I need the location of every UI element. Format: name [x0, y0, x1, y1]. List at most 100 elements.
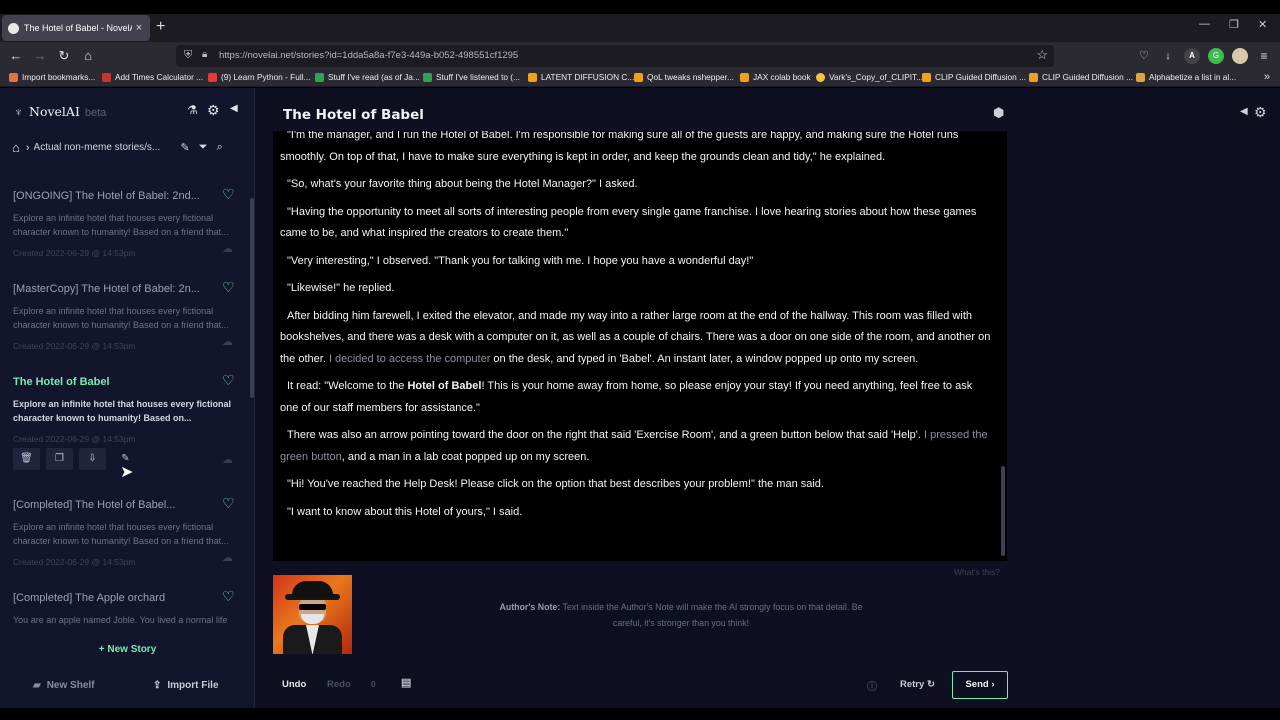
story-text-span: "So, what's your favorite thing about be…	[287, 178, 638, 190]
colab-icon	[634, 72, 643, 82]
retry-label: Retry	[900, 679, 925, 690]
extension-avatar-icon[interactable]	[1232, 48, 1248, 64]
story-paragraph[interactable]: "Having the opportunity to meet all sort…	[280, 202, 992, 245]
bookmark-item[interactable]: LATENT DIFFUSION C...	[528, 72, 634, 82]
minimize-icon[interactable]: —	[1199, 18, 1210, 30]
import-file-button[interactable]: ⇪ Import File	[153, 680, 219, 691]
story-paragraph[interactable]: "I want to know about this Hotel of your…	[280, 502, 992, 524]
filter-icon[interactable]: ⏷	[199, 141, 208, 154]
bookmark-item[interactable]: (9) Learn Python - Full...	[208, 72, 310, 82]
story-editor[interactable]: "I'm the manager, and I run the Hotel of…	[273, 131, 1007, 561]
new-shelf-button[interactable]: ▰ New Shelf	[33, 680, 95, 691]
story-description: Explore an infinite hotel that houses ev…	[13, 399, 232, 423]
cube-icon[interactable]: ⬢	[993, 105, 1004, 121]
bookmark-star-icon[interactable]: ☆	[1036, 47, 1048, 63]
story-text-span: "I'm the manager, and I run the Hotel of…	[280, 131, 959, 163]
tab-title: The Hotel of Babel - NovelAI	[24, 23, 132, 33]
home-icon[interactable]: ⌂	[79, 47, 97, 65]
bookmark-item[interactable]: Stuff I've listened to (...	[423, 72, 520, 82]
story-paragraph[interactable]: "Hi! You've reached the Help Desk! Pleas…	[280, 474, 992, 496]
downloads-icon[interactable]: ↓	[1160, 48, 1176, 64]
delete-story-button[interactable]: 🗑︎	[13, 448, 40, 470]
pocket-icon[interactable]: ♡	[1136, 48, 1152, 64]
bookmark-label: Alphabetize a list in al...	[1149, 72, 1237, 82]
expand-panel-icon[interactable]: ◀	[1240, 106, 1248, 117]
options-gear-icon[interactable]: ⚙	[1254, 104, 1267, 121]
redo-button[interactable]: Redo	[327, 679, 351, 690]
tab-close-icon[interactable]: ×	[132, 22, 146, 34]
favorite-heart-icon[interactable]: ♡	[222, 588, 235, 605]
story-cover-image[interactable]	[273, 575, 352, 654]
story-title-heading[interactable]: The Hotel of Babel	[283, 107, 424, 123]
close-window-icon[interactable]: ✕	[1258, 18, 1267, 31]
duplicate-story-button[interactable]: ❐	[46, 448, 73, 470]
bookmark-item[interactable]: Alphabetize a list in al...	[1136, 72, 1236, 82]
menu-icon[interactable]: ≡	[1256, 48, 1272, 64]
breadcrumb-path[interactable]: Actual non-meme stories/s...	[34, 142, 172, 153]
sheets-icon	[315, 72, 324, 82]
new-story-button[interactable]: + New Story	[0, 644, 255, 655]
story-paragraph[interactable]: "Likewise!" he replied.	[280, 278, 992, 300]
story-paragraph[interactable]: "I'm the manager, and I run the Hotel of…	[280, 131, 992, 168]
settings-gear-icon[interactable]: ⚙	[207, 102, 220, 119]
favorite-heart-icon[interactable]: ♡	[222, 372, 235, 389]
bookmark-item[interactable]: Import bookmarks...	[9, 72, 95, 82]
bookmark-label: QoL tweaks nshepper...	[647, 72, 734, 82]
history-icon[interactable]: ▤	[401, 676, 411, 689]
forward-icon[interactable]: →	[31, 47, 49, 65]
bookmark-item[interactable]: Stuff I've read (as of Ja...	[315, 72, 420, 82]
bookmark-item[interactable]: JAX colab book	[740, 72, 811, 82]
tracking-shield-icon[interactable]: ⛨	[184, 49, 192, 62]
collapse-sidebar-icon[interactable]: ◀	[230, 103, 238, 114]
user-input-text: I decided to access the computer	[328, 352, 491, 365]
retry-button[interactable]: Retry ↻	[900, 679, 935, 690]
send-button[interactable]: Send ›	[952, 671, 1008, 699]
browser-tab[interactable]: The Hotel of Babel - NovelAI ×	[2, 15, 150, 41]
edit-shelf-icon[interactable]: ✎	[181, 141, 190, 154]
chevron-right-icon: ›	[25, 141, 30, 154]
undo-button[interactable]: Undo	[282, 679, 306, 690]
story-text[interactable]: "I'm the manager, and I run the Hotel of…	[280, 131, 992, 529]
export-story-button[interactable]: ⇩	[79, 448, 106, 470]
bookmark-item[interactable]: Vark's_Copy_of_CLIPIT...	[816, 72, 923, 82]
url-text[interactable]: https://novelai.net/stories?id=1dda5a8a-…	[219, 50, 518, 61]
bookmark-item[interactable]: QoL tweaks nshepper...	[634, 72, 734, 82]
favorite-heart-icon[interactable]: ♡	[222, 186, 235, 203]
authors-note-field[interactable]: Author's Note: Text inside the Author's …	[486, 599, 876, 631]
brand: ♆ NovelAI beta	[14, 104, 106, 119]
bookmark-label: Add Times Calculator ...	[115, 72, 204, 82]
story-paragraph[interactable]: After bidding him farewell, I exited the…	[280, 306, 992, 371]
portrait-sunglasses	[299, 604, 326, 610]
extension-green-icon[interactable]: G	[1208, 48, 1224, 64]
story-paragraph[interactable]: "So, what's your favorite thing about be…	[280, 174, 992, 196]
story-paragraph[interactable]: There was also an arrow pointing toward …	[280, 425, 992, 468]
sheets-icon	[423, 72, 432, 82]
flask-icon[interactable]: ⚗	[187, 103, 198, 117]
story-text-span: "Very interesting," I observed. "Thank y…	[287, 254, 754, 267]
bookmark-label: CLIP Guided Diffusion ...	[935, 72, 1027, 82]
maximize-icon[interactable]: ❐	[1229, 18, 1239, 31]
story-description: You are an apple named Joble. You lived …	[13, 615, 228, 625]
new-tab-button[interactable]: +	[156, 18, 165, 36]
sidebar-scrollbar[interactable]	[250, 198, 254, 398]
url-bar[interactable]: ⛨ 🔒︎ https://novelai.net/stories?id=1dda…	[176, 45, 1054, 67]
story-text-span: "I want to know about this Hotel of your…	[287, 505, 523, 518]
story-paragraph[interactable]: It read: "Welcome to the Hotel of Babel!…	[280, 376, 992, 419]
reload-icon[interactable]: ↻	[55, 47, 73, 65]
bookmark-item[interactable]: CLIP Guided Diffusion ...	[1029, 72, 1133, 82]
search-icon[interactable]: ⌕	[217, 141, 223, 154]
account-icon[interactable]: A	[1184, 48, 1200, 64]
story-paragraph[interactable]: "Very interesting," I observed. "Thank y…	[280, 251, 992, 273]
editor-scrollbar[interactable]	[1001, 466, 1005, 556]
whats-this-link[interactable]: What's this?	[954, 567, 1000, 577]
colab-icon	[740, 72, 749, 82]
favorite-heart-icon[interactable]: ♡	[222, 495, 235, 512]
home-shelf-icon[interactable]: ⌂	[12, 140, 20, 155]
bookmark-item[interactable]: CLIP Guided Diffusion ...	[922, 72, 1026, 82]
back-icon[interactable]: ←	[7, 47, 25, 65]
favorite-heart-icon[interactable]: ♡	[222, 279, 235, 296]
lock-icon[interactable]: 🔒︎	[202, 49, 207, 60]
more-bookmarks-icon[interactable]: »	[1264, 71, 1270, 83]
bookmark-item[interactable]: Add Times Calculator ...	[102, 72, 203, 82]
info-icon[interactable]: ⓘ	[867, 678, 877, 693]
